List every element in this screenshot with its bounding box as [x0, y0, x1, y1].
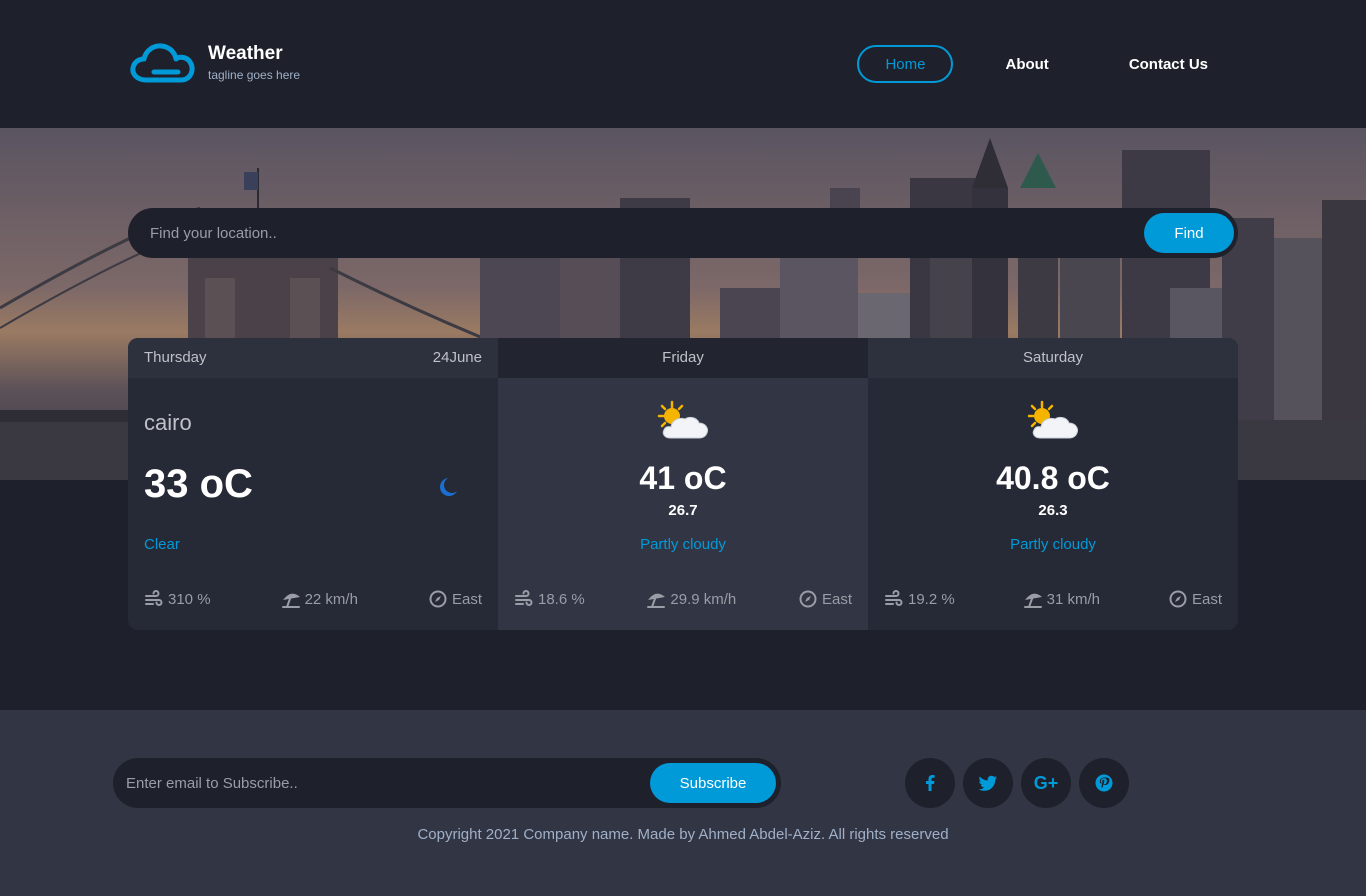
forecast-day-2-header: Friday [498, 338, 868, 378]
day-2-direction: East [798, 590, 852, 608]
day-3-humidity: 19.2 % [884, 590, 955, 608]
location-search-bar: Find [128, 208, 1238, 258]
forecast-today-header: Thursday 24June [128, 338, 498, 378]
umbrella-icon [1023, 593, 1042, 608]
site-header: Weather tagline goes here Home About Con… [0, 0, 1366, 128]
twitter-icon[interactable] [963, 758, 1013, 808]
subscribe-form: Subscribe [113, 758, 781, 808]
today-day-name: Thursday [144, 349, 207, 366]
brand-logo[interactable]: Weather tagline goes here [130, 42, 300, 84]
today-date: 24June [432, 349, 482, 366]
subscribe-button[interactable]: Subscribe [650, 763, 776, 803]
forecast-day-2: Friday 41 oC 26.7 Partly cloudy 18.6 % 2… [498, 338, 868, 630]
brand-title: Weather [208, 43, 283, 64]
partly-cloudy-icon [1027, 400, 1078, 439]
copyright-text: Copyright 2021 Company name. Made by Ahm… [417, 826, 949, 843]
umbrella-icon [281, 593, 300, 608]
today-stats: 310 % 22 km/h East [144, 590, 482, 608]
compass-icon [1169, 590, 1187, 608]
day-2-name: Friday [662, 349, 704, 366]
day-2-stats: 18.6 % 29.9 km/h East [514, 590, 852, 608]
find-button[interactable]: Find [1144, 213, 1234, 253]
day-3-max-temp: 40.8 oC [996, 460, 1110, 496]
today-condition: Clear [144, 536, 180, 553]
wind-icon [515, 590, 533, 606]
day-3-min-temp: 26.3 [1038, 502, 1068, 519]
forecast-panel: Thursday 24June cairo 33 oC Clear 310 % … [128, 338, 1238, 630]
subscribe-email-input[interactable] [126, 758, 646, 808]
nav-contact-us[interactable]: Contact Us [1101, 45, 1236, 83]
day-3-stats: 19.2 % 31 km/h East [884, 590, 1222, 608]
day-2-min-temp: 26.7 [668, 502, 698, 519]
facebook-icon[interactable] [905, 758, 955, 808]
nav-home[interactable]: Home [857, 45, 954, 83]
city-name: cairo [144, 410, 192, 435]
today-temperature: 33 oC [144, 462, 253, 506]
social-links: G+ [905, 758, 1129, 808]
compass-icon [429, 590, 447, 608]
pinterest-icon[interactable] [1079, 758, 1129, 808]
forecast-day-3-header: Saturday [868, 338, 1238, 378]
today-direction: East [428, 590, 482, 608]
day-2-max-temp: 41 oC [639, 460, 727, 496]
day-3-direction: East [1168, 590, 1222, 608]
brand-tagline: tagline goes here [208, 68, 301, 82]
today-wind: 22 km/h [281, 590, 358, 608]
google-plus-icon[interactable]: G+ [1021, 758, 1071, 808]
today-humidity: 310 % [144, 590, 211, 608]
wind-icon [145, 590, 163, 606]
site-footer: Subscribe G+ Copyright 2021 Company name… [0, 710, 1366, 896]
partly-cloudy-icon [657, 400, 708, 439]
forecast-day-3: Saturday 40.8 oC 26.3 Partly cloudy 19.2… [868, 338, 1238, 630]
location-search-input[interactable] [150, 208, 1110, 258]
main-nav: Home About Contact Us [857, 45, 1236, 83]
day-2-wind: 29.9 km/h [646, 590, 736, 608]
umbrella-icon [647, 593, 666, 608]
wind-icon [885, 590, 903, 606]
moon-icon [440, 477, 460, 496]
day-2-humidity: 18.6 % [514, 590, 585, 608]
cloud-icon [130, 43, 195, 83]
day-3-condition: Partly cloudy [1010, 536, 1096, 553]
nav-about[interactable]: About [977, 45, 1076, 83]
day-3-name: Saturday [1022, 349, 1084, 366]
forecast-today: Thursday 24June cairo 33 oC Clear 310 % … [128, 338, 498, 630]
day-3-wind: 31 km/h [1023, 590, 1100, 608]
day-2-condition: Partly cloudy [640, 536, 726, 553]
compass-icon [799, 590, 817, 608]
